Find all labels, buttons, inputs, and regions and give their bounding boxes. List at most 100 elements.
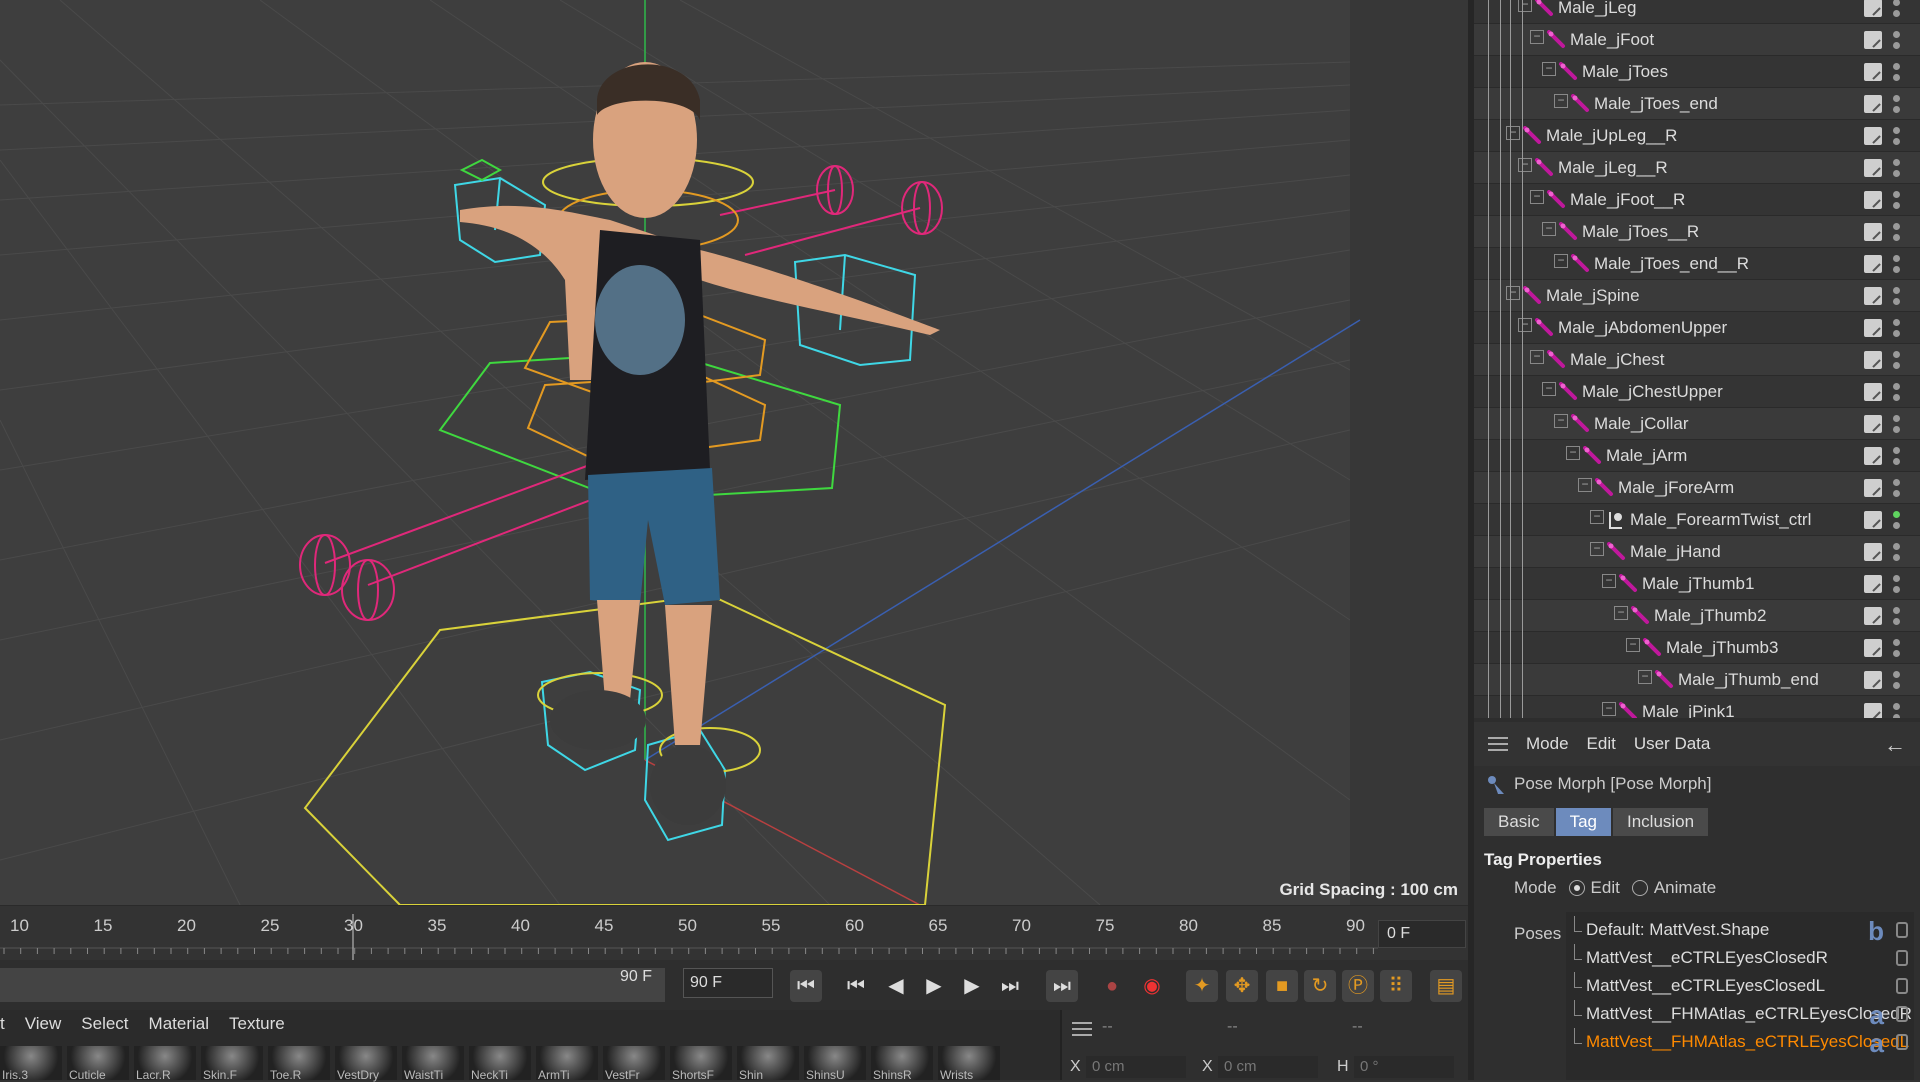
pose-item[interactable]: MattVest__FHMAtlas_eCTRLEyesClosedR a	[1566, 1000, 1914, 1030]
expand-toggle-icon[interactable]: −	[1530, 350, 1544, 364]
expand-toggle-icon[interactable]: −	[1590, 542, 1604, 556]
edit-tag-icon[interactable]	[1864, 607, 1882, 625]
edit-tag-icon[interactable]	[1864, 383, 1882, 401]
visibility-render-dot[interactable]	[1893, 586, 1900, 593]
visibility-editor-dot[interactable]	[1893, 223, 1900, 230]
visibility-editor-dot[interactable]	[1893, 31, 1900, 38]
previous-frame-icon[interactable]: ◀	[880, 970, 912, 1002]
point-level-icon[interactable]: Ⓟ	[1342, 970, 1374, 1002]
pose-item[interactable]: MattVest__eCTRLEyesClosedR	[1566, 944, 1914, 972]
edit-tag-icon[interactable]	[1864, 575, 1882, 593]
visibility-editor-dot[interactable]	[1893, 543, 1900, 550]
visibility-editor-dot[interactable]	[1893, 255, 1900, 262]
visibility-render-dot[interactable]	[1893, 10, 1900, 17]
visibility-editor-dot[interactable]	[1893, 383, 1900, 390]
edit-tag-icon[interactable]	[1864, 351, 1882, 369]
tree-row[interactable]: − Male_jLeg	[1474, 0, 1920, 24]
autokey-icon[interactable]: ◉	[1136, 970, 1168, 1002]
visibility-editor-dot[interactable]	[1893, 479, 1900, 486]
visibility-editor-dot[interactable]	[1893, 607, 1900, 614]
expand-toggle-icon[interactable]: −	[1506, 126, 1520, 140]
tree-row[interactable]: − Male_jHand	[1474, 536, 1920, 568]
visibility-editor-dot[interactable]	[1893, 127, 1900, 134]
coord-size-x[interactable]: 0 cm	[1218, 1056, 1318, 1078]
visibility-render-dot[interactable]	[1893, 458, 1900, 465]
edit-tag-icon[interactable]	[1864, 511, 1882, 529]
attribute-menu-icon[interactable]	[1488, 737, 1508, 751]
lock-icon[interactable]	[1896, 950, 1908, 966]
expand-toggle-icon[interactable]: −	[1638, 670, 1652, 684]
tab-inclusion[interactable]: Inclusion	[1613, 808, 1709, 836]
attr-menu-mode[interactable]: Mode	[1526, 734, 1569, 754]
visibility-render-dot[interactable]	[1893, 394, 1900, 401]
expand-toggle-icon[interactable]: −	[1542, 382, 1556, 396]
expand-toggle-icon[interactable]: −	[1518, 0, 1532, 12]
material-swatch[interactable]: ShinsR	[871, 1046, 933, 1082]
material-swatch[interactable]: ShortsF	[670, 1046, 732, 1082]
expand-toggle-icon[interactable]: −	[1542, 222, 1556, 236]
tree-row[interactable]: − Male_jUpLeg__R	[1474, 120, 1920, 152]
attr-menu-edit[interactable]: Edit	[1587, 734, 1616, 754]
coord-menu-icon[interactable]	[1072, 1022, 1092, 1036]
edit-tag-icon[interactable]	[1864, 191, 1882, 209]
coord-rotation-h[interactable]: 0 °	[1354, 1056, 1454, 1078]
object-manager-tree[interactable]: − Male_jLeg − Male_jFoot − Male_jToes − Male_jT…	[1474, 0, 1920, 718]
material-swatch[interactable]: NeckTi	[469, 1046, 531, 1082]
visibility-editor-dot[interactable]	[1893, 95, 1900, 102]
visibility-render-dot[interactable]	[1893, 170, 1900, 177]
expand-toggle-icon[interactable]: −	[1554, 254, 1568, 268]
edit-tag-icon[interactable]	[1864, 447, 1882, 465]
material-swatch[interactable]: ArmTi	[536, 1046, 598, 1082]
material-swatch[interactable]: Cuticle	[67, 1046, 129, 1082]
mode-edit-radio[interactable]	[1568, 880, 1585, 896]
edit-tag-icon[interactable]	[1864, 479, 1882, 497]
material-menu-material[interactable]: Material	[149, 1014, 209, 1044]
back-arrow-icon[interactable]: ←	[1884, 732, 1906, 758]
key-selection-icon[interactable]: ✦	[1186, 970, 1218, 1002]
play-icon[interactable]: ▶	[918, 970, 950, 1002]
tree-row[interactable]: − Male_jThumb3	[1474, 632, 1920, 664]
visibility-editor-dot[interactable]	[1893, 159, 1900, 166]
expand-toggle-icon[interactable]: −	[1554, 414, 1568, 428]
visibility-editor-dot[interactable]	[1893, 63, 1900, 70]
tree-row[interactable]: − Male_jThumb1	[1474, 568, 1920, 600]
edit-tag-icon[interactable]	[1864, 415, 1882, 433]
tree-row[interactable]: − Male_jToes_end__R	[1474, 248, 1920, 280]
pose-item[interactable]: Default: MattVest.Shape b	[1566, 916, 1914, 946]
expand-toggle-icon[interactable]: −	[1602, 574, 1616, 588]
material-swatch[interactable]: VestFr	[603, 1046, 665, 1082]
expand-toggle-icon[interactable]: −	[1506, 286, 1520, 300]
edit-tag-icon[interactable]	[1864, 671, 1882, 689]
record-disabled-icon[interactable]: ●	[1096, 970, 1128, 1002]
expand-toggle-icon[interactable]: −	[1566, 446, 1580, 460]
edit-tag-icon[interactable]	[1864, 31, 1882, 49]
visibility-editor-dot[interactable]	[1893, 639, 1900, 646]
visibility-editor-dot[interactable]	[1893, 287, 1900, 294]
visibility-editor-dot[interactable]	[1893, 575, 1900, 582]
visibility-render-dot[interactable]	[1893, 42, 1900, 49]
tree-row[interactable]: − Male_jLeg__R	[1474, 152, 1920, 184]
tree-row[interactable]: − Male_jToes_end	[1474, 88, 1920, 120]
visibility-render-dot[interactable]	[1893, 74, 1900, 81]
edit-tag-icon[interactable]	[1864, 703, 1882, 718]
coord-position-x[interactable]: 0 cm	[1086, 1056, 1186, 1078]
edit-tag-icon[interactable]	[1864, 95, 1882, 113]
material-swatch[interactable]: Skin.F	[201, 1046, 263, 1082]
material-swatch[interactable]: WaistTi	[402, 1046, 464, 1082]
tree-row[interactable]: − Male_jForeArm	[1474, 472, 1920, 504]
expand-toggle-icon[interactable]: −	[1542, 62, 1556, 76]
edit-tag-icon[interactable]	[1864, 287, 1882, 305]
3d-viewport[interactable]: Grid Spacing : 100 cm	[0, 0, 1468, 905]
expand-toggle-icon[interactable]: −	[1602, 702, 1616, 716]
material-swatch[interactable]: Iris.3	[0, 1046, 62, 1082]
attr-menu-user-data[interactable]: User Data	[1634, 734, 1711, 754]
visibility-editor-dot[interactable]	[1893, 415, 1900, 422]
tree-row[interactable]: − Male_jChestUpper	[1474, 376, 1920, 408]
next-key-icon[interactable]: ⏭	[994, 970, 1026, 1002]
visibility-editor-dot[interactable]	[1893, 0, 1900, 6]
scheme-icon[interactable]: ▤	[1430, 970, 1462, 1002]
visibility-render-dot[interactable]	[1893, 138, 1900, 145]
visibility-editor-dot[interactable]	[1893, 319, 1900, 326]
move-key-icon[interactable]: ✥	[1226, 970, 1258, 1002]
expand-toggle-icon[interactable]: −	[1614, 606, 1628, 620]
